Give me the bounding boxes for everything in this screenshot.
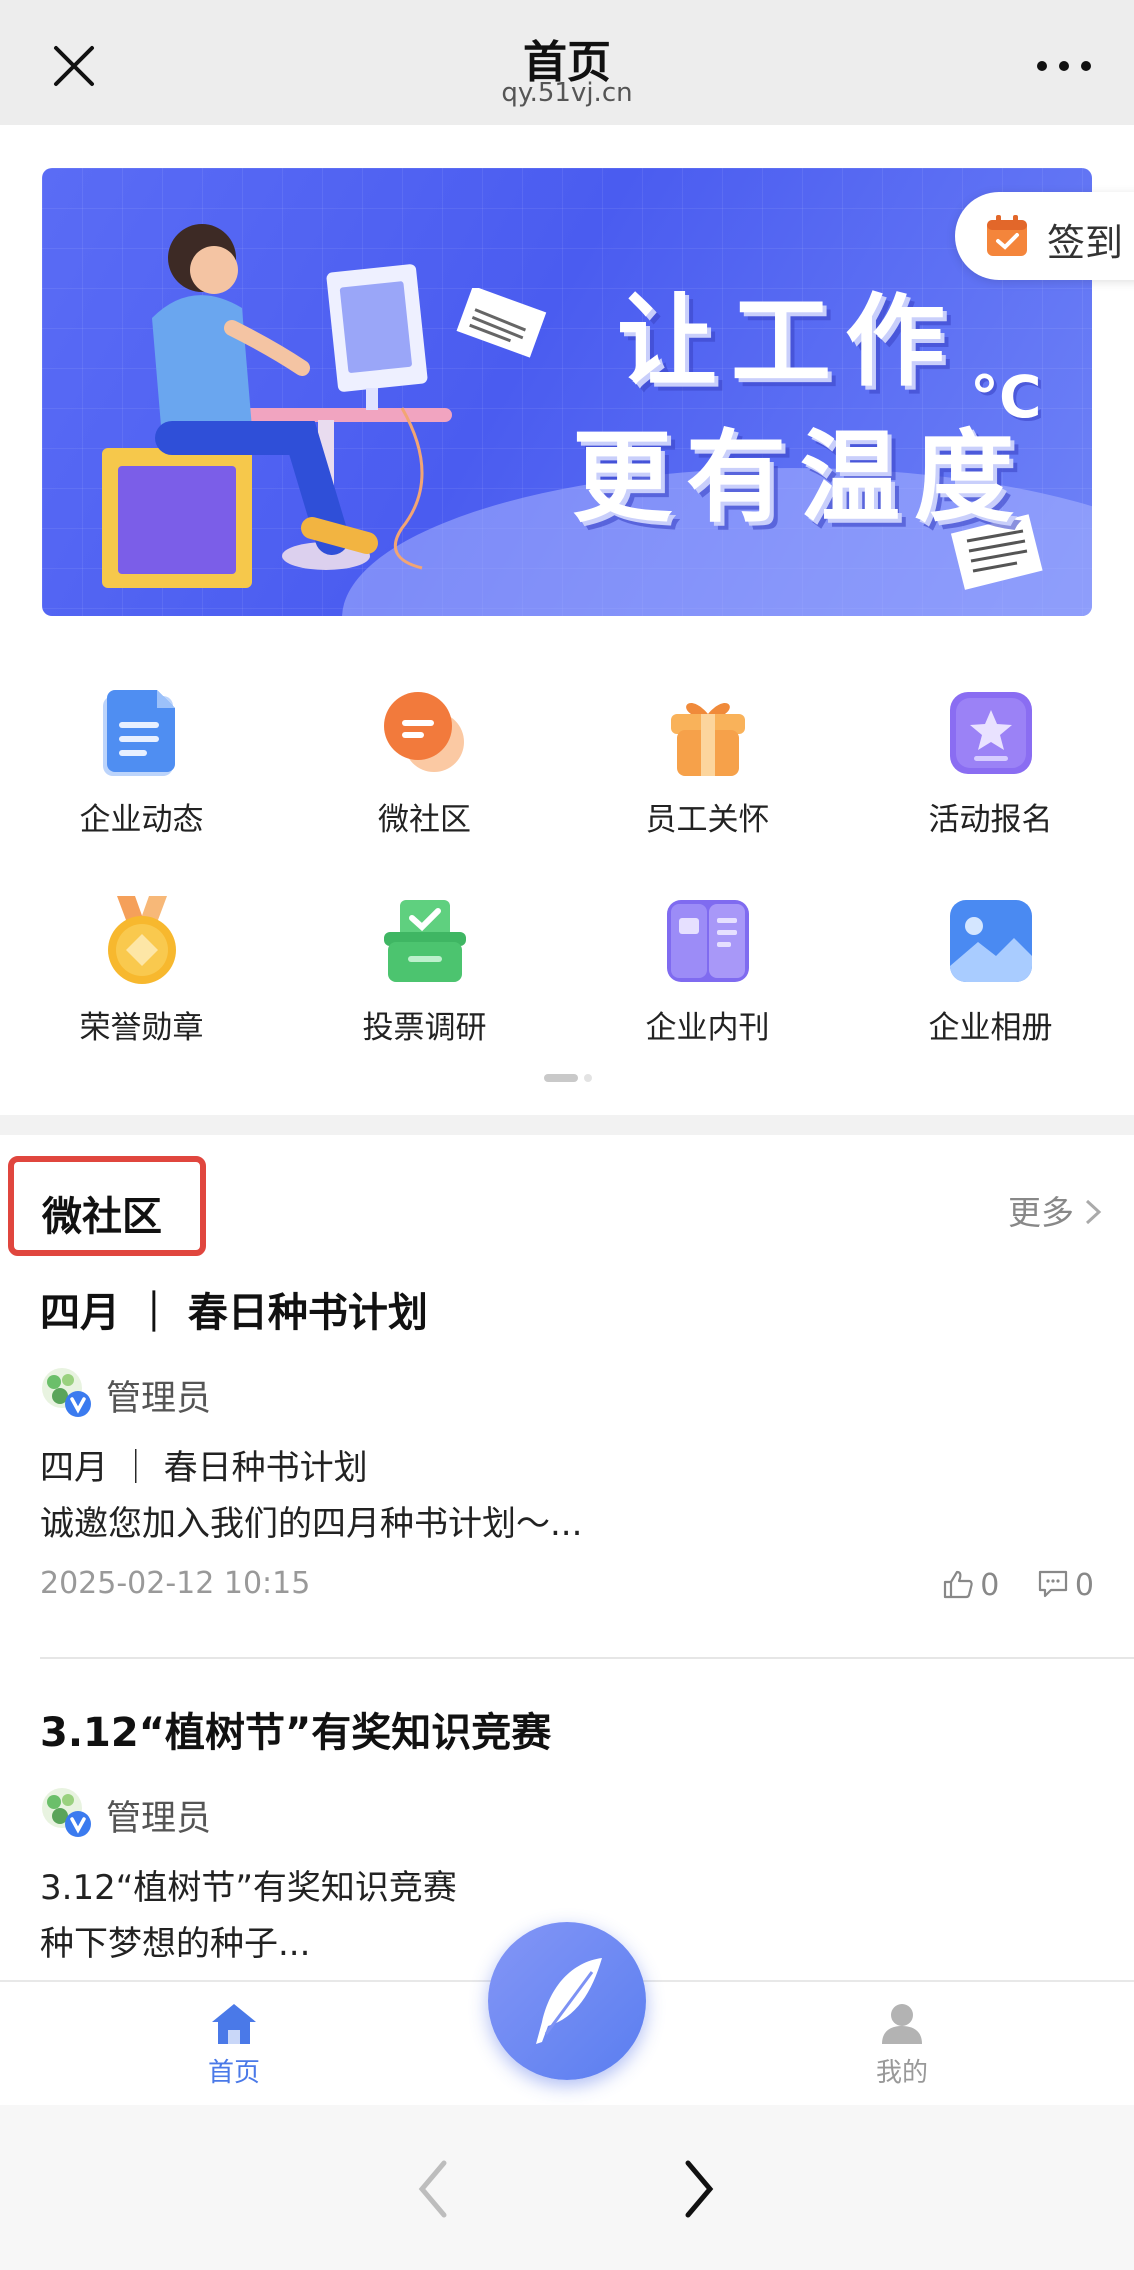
page: 首页 qy.51vj.cn 让工作 更有温度 °C 签到 企业动态 微社区 员工… xyxy=(0,0,1134,2270)
star-badge-icon xyxy=(950,692,1032,774)
post-excerpt-line2: 诚邀您加入我们的四月种书计划～... xyxy=(40,1504,583,1544)
like-count: 0 xyxy=(980,1568,1000,1603)
calendar-check-icon xyxy=(987,215,1027,256)
post-excerpt: 四月 ｜ 春日种书计划 诚邀您加入我们的四月种书计划～... xyxy=(40,1440,582,1552)
photo-album-icon xyxy=(950,900,1032,982)
comment-count: 0 xyxy=(1074,1568,1094,1603)
gift-icon xyxy=(671,703,745,776)
tab-home[interactable]: 首页 xyxy=(154,2002,314,2102)
compose-post-button[interactable] xyxy=(488,1922,646,2080)
section-divider xyxy=(0,1115,1134,1135)
chevron-right-icon xyxy=(1085,1199,1102,1225)
more-link-label: 更多 xyxy=(1008,1193,1074,1232)
post-title: 四月 ｜ 春日种书计划 xyxy=(40,1290,428,1336)
menu-item-label: 活动报名 xyxy=(928,802,1053,838)
office-worker-illustration xyxy=(102,224,452,588)
tab-home-label: 首页 xyxy=(207,2058,260,2088)
menu-item-label: 投票调研 xyxy=(362,1010,487,1046)
post-author-name: 管理员 xyxy=(106,1379,212,1419)
section-title-highlight: 微社区 xyxy=(8,1156,206,1256)
medal-icon xyxy=(108,896,176,984)
menu-item-company-album[interactable]: 企业相册 xyxy=(849,888,1132,1088)
hero-banner[interactable]: 让工作 更有温度 °C xyxy=(42,168,1092,616)
post-excerpt-line1: 四月 ｜ 春日种书计划 xyxy=(40,1448,368,1488)
post-card[interactable]: 四月 ｜ 春日种书计划 管理员 四月 ｜ 春日种书计划 诚邀您加入我们的四月种书… xyxy=(40,1280,1134,1620)
more-options-icon[interactable] xyxy=(1034,56,1094,76)
banner-headline-line1: 让工作 xyxy=(617,283,959,400)
browser-back-icon[interactable] xyxy=(412,2157,452,2221)
user-icon xyxy=(882,2004,922,2044)
menu-item-label: 企业相册 xyxy=(928,1010,1053,1046)
menu-item-label: 荣誉勋章 xyxy=(79,1010,204,1046)
comment-button[interactable]: 0 xyxy=(1037,1568,1094,1603)
menu-item-micro-community[interactable]: 微社区 xyxy=(283,680,566,880)
menu-item-event-signup[interactable]: 活动报名 xyxy=(849,680,1132,880)
menu-item-company-news[interactable]: 企业动态 xyxy=(0,680,283,880)
feature-menu-grid: 企业动态 微社区 员工关怀 活动报名 荣誉勋章 投票调研 企业内刊 企业相册 xyxy=(0,680,1134,1100)
document-icon xyxy=(103,690,175,776)
signin-label: 签到 xyxy=(1047,221,1124,265)
section-title: 微社区 xyxy=(42,1194,162,1240)
more-link[interactable]: 更多 xyxy=(1008,1186,1104,1234)
browser-forward-icon[interactable] xyxy=(680,2157,720,2221)
magazine-icon xyxy=(667,900,749,982)
menu-item-label: 企业内刊 xyxy=(645,1010,770,1046)
post-separator xyxy=(40,1657,1134,1659)
home-icon xyxy=(212,2004,256,2044)
like-button[interactable]: 0 xyxy=(942,1568,999,1603)
post-excerpt-line2: 种下梦想的种子... xyxy=(40,1924,311,1964)
menu-item-honor-medal[interactable]: 荣誉勋章 xyxy=(0,888,283,1088)
banner-headline-line2: 更有温度 xyxy=(572,419,1028,536)
admin-avatar-icon xyxy=(42,1368,91,1417)
tab-mine-label: 我的 xyxy=(875,2058,928,2088)
admin-avatar-icon xyxy=(42,1788,91,1837)
page-domain: qy.51vj.cn xyxy=(501,78,633,108)
post-timestamp: 2025-02-12 10:15 xyxy=(40,1566,311,1601)
menu-item-label: 企业动态 xyxy=(79,802,204,838)
banner-degree-symbol: °C xyxy=(970,363,1042,431)
tab-mine[interactable]: 我的 xyxy=(822,2002,982,2102)
floating-paper-icon xyxy=(456,288,547,358)
page-dot-active xyxy=(544,1074,578,1082)
post-stats: 0 0 xyxy=(914,1568,1094,1603)
menu-item-vote-survey[interactable]: 投票调研 xyxy=(283,888,566,1088)
post-title: 3.12“植树节”有奖知识竞赛 xyxy=(40,1710,552,1756)
ballot-box-icon xyxy=(384,900,466,982)
top-nav-bar: 首页 qy.51vj.cn xyxy=(0,0,1134,125)
menu-item-label: 微社区 xyxy=(378,802,471,838)
menu-item-company-magazine[interactable]: 企业内刊 xyxy=(566,888,849,1088)
page-dot xyxy=(584,1074,592,1082)
comment-icon xyxy=(1038,1570,1068,1598)
menu-item-label: 员工关怀 xyxy=(645,802,770,838)
thumbs-up-icon xyxy=(944,1570,973,1599)
post-excerpt-line1: 3.12“植树节”有奖知识竞赛 xyxy=(40,1868,457,1908)
signin-button[interactable]: 签到 xyxy=(955,192,1134,280)
chat-bubble-icon xyxy=(384,692,464,772)
menu-item-employee-care[interactable]: 员工关怀 xyxy=(566,680,849,880)
feather-pen-icon xyxy=(536,1958,602,2044)
post-author-name: 管理员 xyxy=(106,1799,212,1839)
browser-navigation-bar xyxy=(0,2105,1134,2270)
post-excerpt: 3.12“植树节”有奖知识竞赛 种下梦想的种子... xyxy=(40,1860,457,1972)
